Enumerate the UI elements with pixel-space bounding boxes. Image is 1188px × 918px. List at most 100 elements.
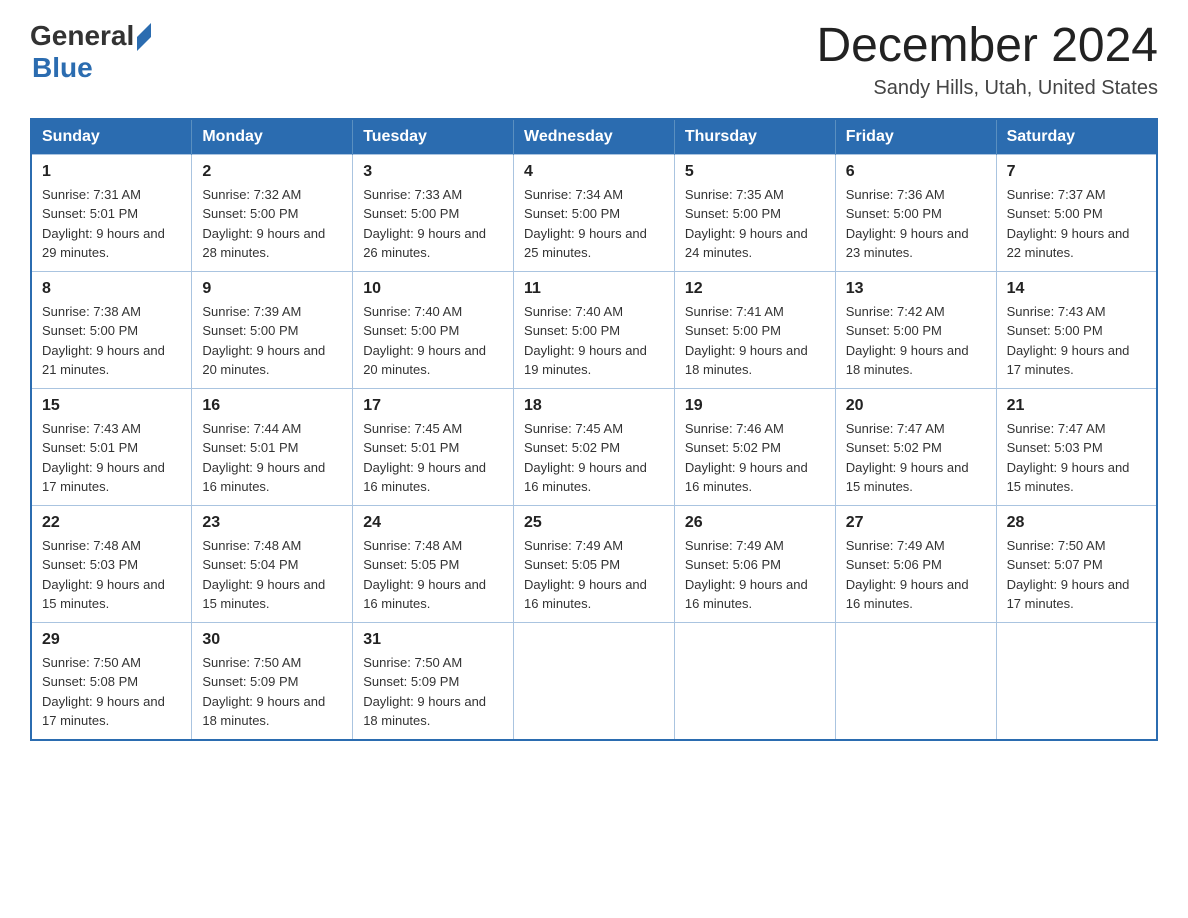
calendar-header-thursday: Thursday [674, 119, 835, 155]
day-number: 9 [202, 280, 342, 298]
day-number: 11 [524, 280, 664, 298]
day-number: 15 [42, 397, 181, 415]
day-info: Sunrise: 7:50 AMSunset: 5:09 PMDaylight:… [202, 655, 325, 729]
day-number: 8 [42, 280, 181, 298]
calendar-cell: 18 Sunrise: 7:45 AMSunset: 5:02 PMDaylig… [514, 388, 675, 505]
day-number: 22 [42, 514, 181, 532]
day-info: Sunrise: 7:43 AMSunset: 5:00 PMDaylight:… [1007, 304, 1130, 378]
calendar-week-row: 8 Sunrise: 7:38 AMSunset: 5:00 PMDayligh… [31, 271, 1157, 388]
day-number: 13 [846, 280, 986, 298]
calendar-cell: 29 Sunrise: 7:50 AMSunset: 5:08 PMDaylig… [31, 622, 192, 740]
calendar-cell: 14 Sunrise: 7:43 AMSunset: 5:00 PMDaylig… [996, 271, 1157, 388]
logo: General Blue [30, 20, 151, 84]
day-number: 4 [524, 163, 664, 181]
calendar-cell: 11 Sunrise: 7:40 AMSunset: 5:00 PMDaylig… [514, 271, 675, 388]
day-number: 10 [363, 280, 503, 298]
day-number: 28 [1007, 514, 1146, 532]
calendar-cell: 24 Sunrise: 7:48 AMSunset: 5:05 PMDaylig… [353, 505, 514, 622]
calendar-cell: 15 Sunrise: 7:43 AMSunset: 5:01 PMDaylig… [31, 388, 192, 505]
calendar-cell: 4 Sunrise: 7:34 AMSunset: 5:00 PMDayligh… [514, 154, 675, 271]
day-info: Sunrise: 7:38 AMSunset: 5:00 PMDaylight:… [42, 304, 165, 378]
day-number: 19 [685, 397, 825, 415]
day-info: Sunrise: 7:50 AMSunset: 5:09 PMDaylight:… [363, 655, 486, 729]
day-number: 20 [846, 397, 986, 415]
calendar-cell: 12 Sunrise: 7:41 AMSunset: 5:00 PMDaylig… [674, 271, 835, 388]
calendar-cell: 19 Sunrise: 7:46 AMSunset: 5:02 PMDaylig… [674, 388, 835, 505]
day-info: Sunrise: 7:40 AMSunset: 5:00 PMDaylight:… [524, 304, 647, 378]
day-number: 2 [202, 163, 342, 181]
day-info: Sunrise: 7:50 AMSunset: 5:08 PMDaylight:… [42, 655, 165, 729]
day-info: Sunrise: 7:34 AMSunset: 5:00 PMDaylight:… [524, 187, 647, 261]
calendar-cell: 22 Sunrise: 7:48 AMSunset: 5:03 PMDaylig… [31, 505, 192, 622]
calendar-cell: 28 Sunrise: 7:50 AMSunset: 5:07 PMDaylig… [996, 505, 1157, 622]
day-info: Sunrise: 7:42 AMSunset: 5:00 PMDaylight:… [846, 304, 969, 378]
calendar-header-wednesday: Wednesday [514, 119, 675, 155]
calendar-cell: 6 Sunrise: 7:36 AMSunset: 5:00 PMDayligh… [835, 154, 996, 271]
calendar-cell [514, 622, 675, 740]
calendar-cell [835, 622, 996, 740]
calendar-cell: 17 Sunrise: 7:45 AMSunset: 5:01 PMDaylig… [353, 388, 514, 505]
day-info: Sunrise: 7:33 AMSunset: 5:00 PMDaylight:… [363, 187, 486, 261]
day-info: Sunrise: 7:46 AMSunset: 5:02 PMDaylight:… [685, 421, 808, 495]
logo-triangle-top [137, 23, 151, 37]
day-number: 5 [685, 163, 825, 181]
day-info: Sunrise: 7:50 AMSunset: 5:07 PMDaylight:… [1007, 538, 1130, 612]
day-number: 16 [202, 397, 342, 415]
calendar-cell: 26 Sunrise: 7:49 AMSunset: 5:06 PMDaylig… [674, 505, 835, 622]
calendar-header-friday: Friday [835, 119, 996, 155]
calendar-cell: 9 Sunrise: 7:39 AMSunset: 5:00 PMDayligh… [192, 271, 353, 388]
day-number: 24 [363, 514, 503, 532]
calendar-week-row: 1 Sunrise: 7:31 AMSunset: 5:01 PMDayligh… [31, 154, 1157, 271]
day-info: Sunrise: 7:48 AMSunset: 5:05 PMDaylight:… [363, 538, 486, 612]
day-info: Sunrise: 7:35 AMSunset: 5:00 PMDaylight:… [685, 187, 808, 261]
day-number: 26 [685, 514, 825, 532]
calendar-week-row: 15 Sunrise: 7:43 AMSunset: 5:01 PMDaylig… [31, 388, 1157, 505]
calendar-cell [996, 622, 1157, 740]
day-info: Sunrise: 7:41 AMSunset: 5:00 PMDaylight:… [685, 304, 808, 378]
calendar-cell: 5 Sunrise: 7:35 AMSunset: 5:00 PMDayligh… [674, 154, 835, 271]
day-info: Sunrise: 7:44 AMSunset: 5:01 PMDaylight:… [202, 421, 325, 495]
day-info: Sunrise: 7:39 AMSunset: 5:00 PMDaylight:… [202, 304, 325, 378]
day-number: 31 [363, 631, 503, 649]
day-info: Sunrise: 7:32 AMSunset: 5:00 PMDaylight:… [202, 187, 325, 261]
day-info: Sunrise: 7:49 AMSunset: 5:05 PMDaylight:… [524, 538, 647, 612]
calendar-cell: 31 Sunrise: 7:50 AMSunset: 5:09 PMDaylig… [353, 622, 514, 740]
day-info: Sunrise: 7:49 AMSunset: 5:06 PMDaylight:… [685, 538, 808, 612]
calendar-cell: 21 Sunrise: 7:47 AMSunset: 5:03 PMDaylig… [996, 388, 1157, 505]
calendar-table: SundayMondayTuesdayWednesdayThursdayFrid… [30, 118, 1158, 741]
calendar-week-row: 22 Sunrise: 7:48 AMSunset: 5:03 PMDaylig… [31, 505, 1157, 622]
day-number: 3 [363, 163, 503, 181]
calendar-cell: 27 Sunrise: 7:49 AMSunset: 5:06 PMDaylig… [835, 505, 996, 622]
day-number: 27 [846, 514, 986, 532]
day-number: 23 [202, 514, 342, 532]
calendar-cell: 2 Sunrise: 7:32 AMSunset: 5:00 PMDayligh… [192, 154, 353, 271]
month-title: December 2024 [816, 20, 1158, 73]
day-info: Sunrise: 7:48 AMSunset: 5:04 PMDaylight:… [202, 538, 325, 612]
day-number: 14 [1007, 280, 1146, 298]
day-info: Sunrise: 7:43 AMSunset: 5:01 PMDaylight:… [42, 421, 165, 495]
calendar-week-row: 29 Sunrise: 7:50 AMSunset: 5:08 PMDaylig… [31, 622, 1157, 740]
day-info: Sunrise: 7:40 AMSunset: 5:00 PMDaylight:… [363, 304, 486, 378]
calendar-cell: 23 Sunrise: 7:48 AMSunset: 5:04 PMDaylig… [192, 505, 353, 622]
calendar-cell: 20 Sunrise: 7:47 AMSunset: 5:02 PMDaylig… [835, 388, 996, 505]
calendar-cell: 7 Sunrise: 7:37 AMSunset: 5:00 PMDayligh… [996, 154, 1157, 271]
logo-general-text: General [30, 20, 134, 52]
day-number: 12 [685, 280, 825, 298]
day-number: 29 [42, 631, 181, 649]
day-info: Sunrise: 7:37 AMSunset: 5:00 PMDaylight:… [1007, 187, 1130, 261]
calendar-cell: 30 Sunrise: 7:50 AMSunset: 5:09 PMDaylig… [192, 622, 353, 740]
calendar-header-tuesday: Tuesday [353, 119, 514, 155]
day-number: 18 [524, 397, 664, 415]
day-info: Sunrise: 7:47 AMSunset: 5:03 PMDaylight:… [1007, 421, 1130, 495]
day-number: 7 [1007, 163, 1146, 181]
day-number: 17 [363, 397, 503, 415]
day-info: Sunrise: 7:45 AMSunset: 5:02 PMDaylight:… [524, 421, 647, 495]
calendar-header-monday: Monday [192, 119, 353, 155]
location-subtitle: Sandy Hills, Utah, United States [816, 77, 1158, 100]
day-number: 1 [42, 163, 181, 181]
logo-triangle-bottom [137, 37, 151, 51]
page-header: General Blue December 2024 Sandy Hills, … [30, 20, 1158, 100]
calendar-cell: 16 Sunrise: 7:44 AMSunset: 5:01 PMDaylig… [192, 388, 353, 505]
calendar-header-sunday: Sunday [31, 119, 192, 155]
day-info: Sunrise: 7:45 AMSunset: 5:01 PMDaylight:… [363, 421, 486, 495]
